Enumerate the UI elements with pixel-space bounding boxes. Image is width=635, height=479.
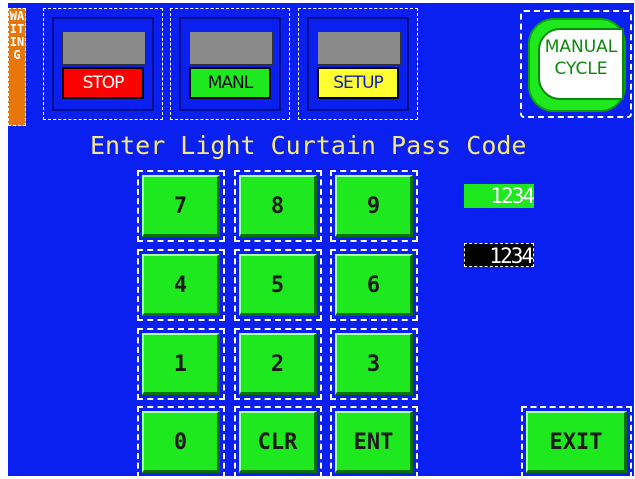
- setup-indicator-lamp: [317, 31, 401, 65]
- key-8-label: 8: [239, 175, 317, 237]
- stop-label: STOP: [62, 67, 144, 99]
- key-4[interactable]: 4: [137, 249, 225, 321]
- key-5-label: 5: [239, 254, 317, 316]
- manual-label: MANL: [189, 67, 271, 99]
- key-0[interactable]: 0: [137, 406, 225, 476]
- manual-cycle-pill: MANUAL CYCLE: [528, 18, 626, 112]
- manual-cycle-button[interactable]: MANUAL CYCLE: [520, 10, 632, 118]
- manual-cycle-label: MANUAL CYCLE: [538, 28, 624, 100]
- key-6-label: 6: [335, 254, 413, 316]
- hmi-screen: WAITING STOP MANL SETUP MANUAL CYCLE Ent…: [8, 3, 634, 476]
- stop-mode-button[interactable]: STOP: [43, 8, 163, 120]
- setup-mode-frame: SETUP: [307, 17, 409, 111]
- setup-mode-button[interactable]: SETUP: [298, 8, 418, 120]
- clear-button-label: CLR: [239, 411, 317, 473]
- waiting-status-indicator: WAITING: [8, 8, 26, 126]
- key-8[interactable]: 8: [234, 170, 322, 242]
- key-1-label: 1: [142, 333, 220, 395]
- key-9-label: 9: [335, 175, 413, 237]
- pass-code-prompt: Enter Light Curtain Pass Code: [90, 131, 527, 160]
- key-0-label: 0: [142, 411, 220, 473]
- stop-indicator-lamp: [62, 31, 146, 65]
- setup-label: SETUP: [317, 67, 399, 99]
- manual-cycle-line2: CYCLE: [554, 59, 608, 79]
- manual-mode-frame: MANL: [179, 17, 281, 111]
- enter-button-label: ENT: [335, 411, 413, 473]
- manual-mode-button[interactable]: MANL: [170, 8, 290, 120]
- key-7[interactable]: 7: [137, 170, 225, 242]
- key-3[interactable]: 3: [330, 328, 418, 400]
- key-2-label: 2: [239, 333, 317, 395]
- key-1[interactable]: 1: [137, 328, 225, 400]
- key-4-label: 4: [142, 254, 220, 316]
- entered-code-field[interactable]: 1234: [464, 184, 535, 208]
- manual-indicator-lamp: [189, 31, 273, 65]
- manual-cycle-line1: MANUAL: [544, 37, 618, 57]
- key-3-label: 3: [335, 333, 413, 395]
- key-9[interactable]: 9: [330, 170, 418, 242]
- exit-button[interactable]: EXIT: [521, 406, 632, 476]
- key-5[interactable]: 5: [234, 249, 322, 321]
- exit-button-label: EXIT: [526, 411, 627, 473]
- key-6[interactable]: 6: [330, 249, 418, 321]
- confirm-code-field[interactable]: 1234: [464, 243, 534, 268]
- clear-button[interactable]: CLR: [234, 406, 322, 476]
- key-7-label: 7: [142, 175, 220, 237]
- stop-mode-frame: STOP: [52, 17, 154, 111]
- enter-button[interactable]: ENT: [330, 406, 418, 476]
- key-2[interactable]: 2: [234, 328, 322, 400]
